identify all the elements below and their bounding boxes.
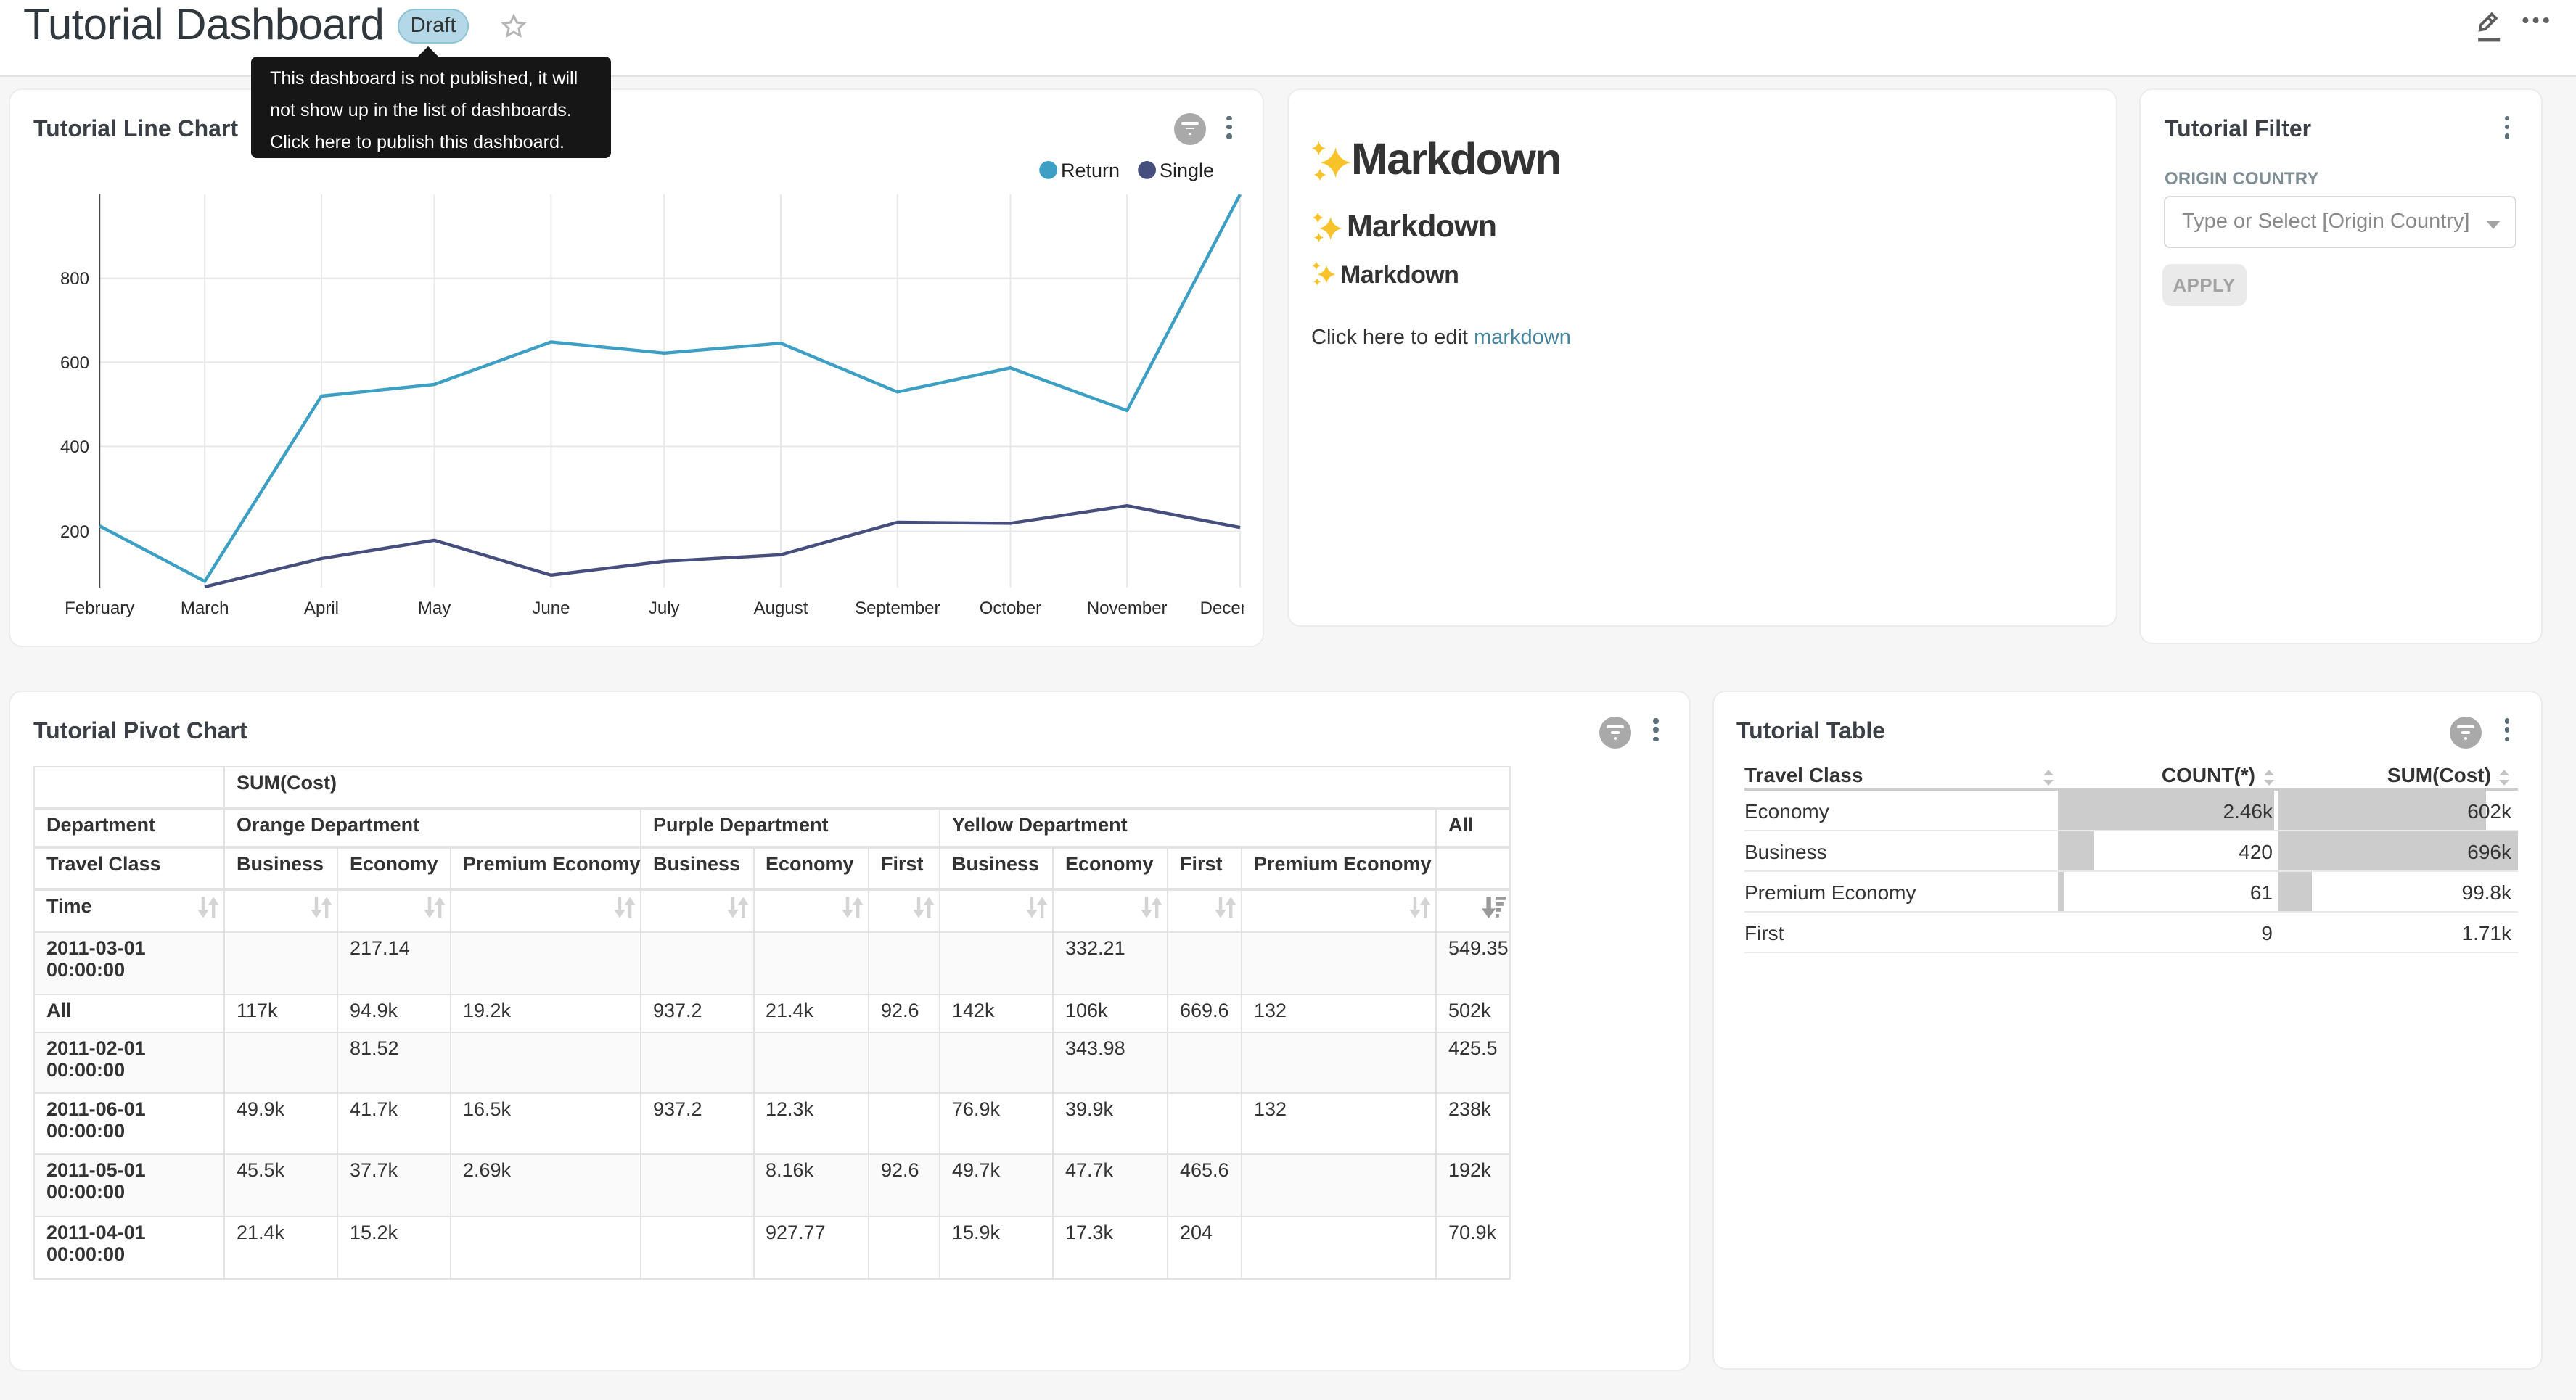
- svg-text:July: July: [649, 598, 680, 618]
- svg-text:June: June: [532, 598, 570, 618]
- svg-text:November: November: [1087, 598, 1168, 618]
- svg-text:September: September: [855, 598, 940, 618]
- svg-text:400: 400: [60, 437, 89, 457]
- svg-text:October: October: [980, 598, 1041, 618]
- svg-text:February: February: [65, 598, 134, 618]
- svg-text:April: April: [304, 598, 339, 618]
- svg-text:Single: Single: [1160, 160, 1214, 181]
- svg-text:March: March: [181, 598, 229, 618]
- svg-text:Return: Return: [1061, 160, 1120, 181]
- svg-text:600: 600: [60, 353, 89, 373]
- svg-text:800: 800: [60, 269, 89, 289]
- svg-text:December: December: [1200, 598, 1244, 618]
- svg-text:August: August: [754, 598, 808, 618]
- svg-text:May: May: [418, 598, 451, 618]
- svg-text:200: 200: [60, 522, 89, 542]
